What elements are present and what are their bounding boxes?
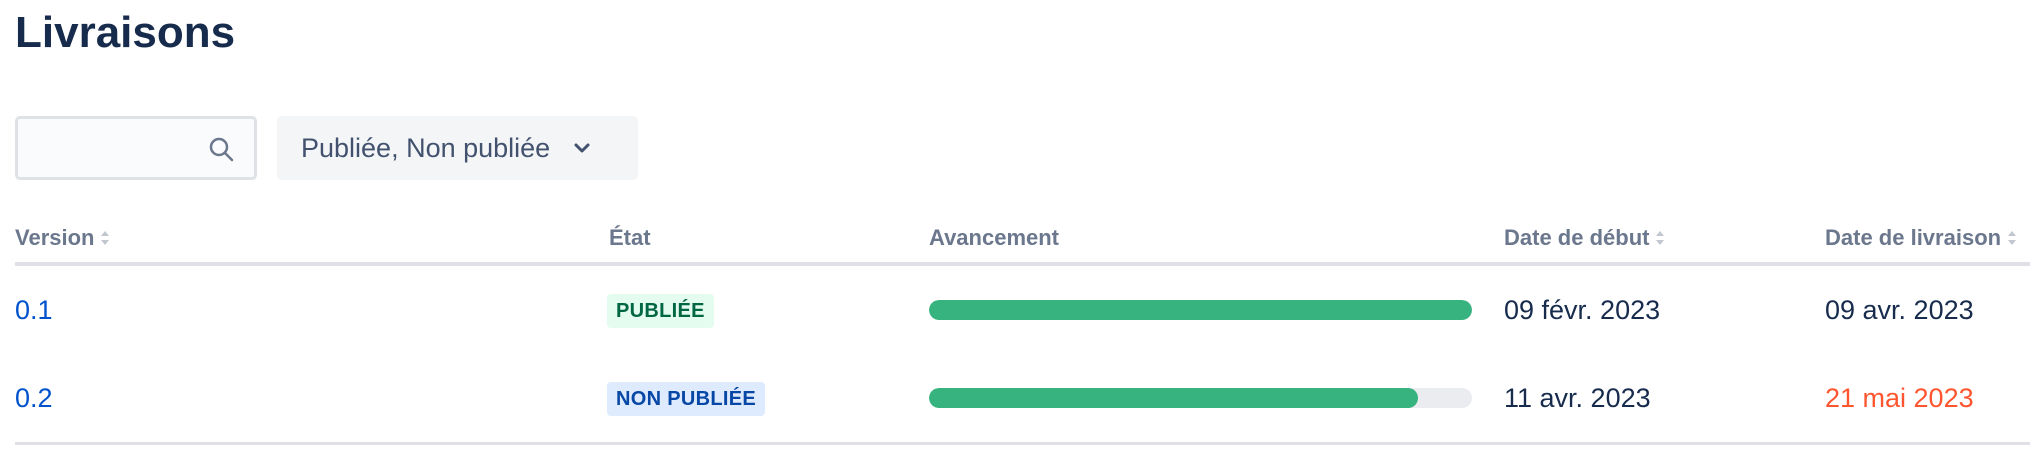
status-badge: NON PUBLIÉE [607,382,765,416]
status-filter-label: Publiée, Non publiée [301,132,551,163]
column-header-start-date-label: Date de début [1504,225,1650,250]
column-header-progress: Avancement [929,222,1059,254]
column-header-state: État [609,222,651,254]
version-cell: 0.2 [15,380,53,416]
search-field[interactable] [15,116,257,180]
status-badge: PUBLIÉE [607,294,714,328]
column-header-version[interactable]: Version [15,222,110,254]
table-bottom-divider [15,442,2030,445]
sort-icon [2008,231,2017,245]
column-header-progress-label: Avancement [929,225,1060,250]
progress-bar [929,300,1472,320]
version-link[interactable]: 0.1 [15,295,53,326]
search-input[interactable] [18,119,198,177]
column-header-state-label: État [609,225,651,250]
start-date: 09 févr. 2023 [1504,294,1661,325]
column-header-version-label: Version [15,225,95,250]
status-filter-dropdown[interactable]: Publiée, Non publiée [277,116,638,180]
search-icon [209,137,234,162]
start-date: 11 avr. 2023 [1504,382,1651,413]
version-link[interactable]: 0.2 [15,383,53,414]
releases-page: Livraisons Publiée, Non publiée Version … [0,0,2030,460]
release-date: 09 avr. 2023 [1825,294,1974,325]
progress-bar [929,388,1472,408]
column-header-release-date-label: Date de livraison [1825,225,2002,250]
chevron-down-icon [574,143,590,153]
page-title: Livraisons [15,8,236,57]
sort-icon [1656,231,1665,245]
version-cell: 0.1 [15,292,53,328]
progress-bar-fill [929,388,1418,408]
progress-bar-fill [929,300,1472,320]
release-date: 21 mai 2023 [1825,382,1974,413]
sort-icon [101,231,110,245]
header-divider [15,262,2030,266]
column-header-start-date[interactable]: Date de début [1504,222,1665,254]
column-header-release-date[interactable]: Date de livraison [1825,222,2017,254]
